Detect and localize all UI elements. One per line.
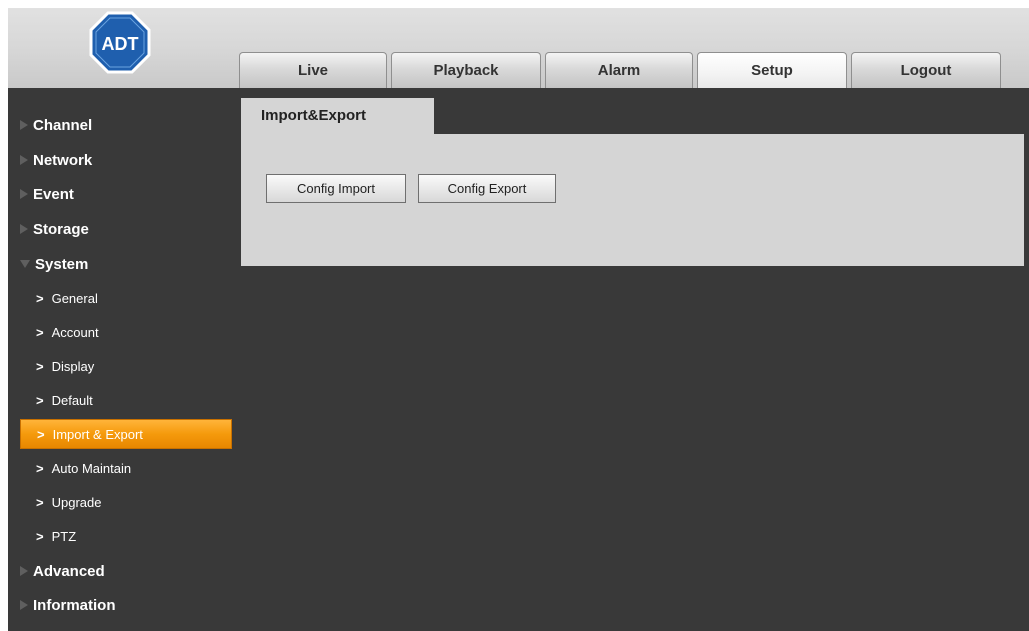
- sidebar-item-label: Channel: [33, 116, 93, 134]
- chevron-right-icon: >: [36, 324, 44, 340]
- chevron-right-icon: >: [36, 392, 44, 408]
- sidebar-subitem-general[interactable]: > General: [20, 283, 232, 313]
- sidebar-item-label: Information: [33, 596, 116, 614]
- config-export-button[interactable]: Config Export: [418, 174, 556, 203]
- logo-text: ADT: [102, 34, 139, 54]
- import-export-panel: Config Import Config Export: [241, 134, 1024, 266]
- sidebar-item-label: System: [35, 255, 89, 273]
- sidebar-subitem-label: Account: [51, 324, 99, 340]
- sidebar-subitem-default[interactable]: > Default: [20, 385, 232, 415]
- chevron-right-icon: >: [36, 528, 44, 544]
- tab-import-export[interactable]: Import&Export: [241, 98, 434, 134]
- collapsed-arrow-icon: [20, 600, 28, 610]
- sidebar-subitem-label: General: [51, 290, 98, 306]
- collapsed-arrow-icon: [20, 120, 28, 130]
- panel-tab-label: Import&Export: [261, 107, 366, 124]
- header-bar: ADT Live Playback Alarm Setup Logout: [8, 8, 1029, 88]
- collapsed-arrow-icon: [20, 566, 28, 576]
- sidebar-item-label: Network: [33, 151, 93, 169]
- tab-logout[interactable]: Logout: [851, 52, 1001, 88]
- chevron-right-icon: >: [36, 460, 44, 476]
- sidebar-item-storage[interactable]: Storage: [20, 213, 89, 245]
- collapsed-arrow-icon: [20, 155, 28, 165]
- sidebar-item-advanced[interactable]: Advanced: [20, 555, 105, 587]
- sidebar-item-information[interactable]: Information: [20, 589, 116, 621]
- tab-playback[interactable]: Playback: [391, 52, 541, 88]
- tab-live-label: Live: [297, 62, 328, 79]
- config-import-label: Config Import: [296, 181, 376, 196]
- sidebar-item-label: Storage: [33, 220, 89, 238]
- sidebar-item-event[interactable]: Event: [20, 178, 74, 210]
- tab-live[interactable]: Live: [239, 52, 387, 88]
- tab-alarm[interactable]: Alarm: [545, 52, 693, 88]
- chevron-right-icon: >: [37, 426, 45, 442]
- sidebar-subitem-label: Display: [51, 358, 95, 374]
- config-import-button[interactable]: Config Import: [266, 174, 406, 203]
- sidebar-item-label: Event: [33, 185, 74, 203]
- tab-setup-label: Setup: [751, 62, 793, 79]
- sidebar-subitem-label: Default: [51, 392, 93, 408]
- tab-alarm-label: Alarm: [597, 62, 641, 79]
- tab-playback-label: Playback: [433, 62, 499, 79]
- chevron-right-icon: >: [36, 358, 44, 374]
- expanded-arrow-icon: [20, 260, 30, 268]
- sidebar-item-network[interactable]: Network: [20, 144, 92, 176]
- tab-setup[interactable]: Setup: [697, 52, 847, 88]
- sidebar-subitem-display[interactable]: > Display: [20, 351, 232, 381]
- sidebar-subitem-label: Import & Export: [52, 426, 143, 442]
- chevron-right-icon: >: [36, 290, 44, 306]
- sidebar-subitem-account[interactable]: > Account: [20, 317, 232, 347]
- tab-logout-label: Logout: [900, 62, 952, 79]
- sidebar-item-channel[interactable]: Channel: [20, 109, 92, 141]
- sidebar-subitem-auto-maintain[interactable]: > Auto Maintain: [20, 453, 232, 483]
- collapsed-arrow-icon: [20, 189, 28, 199]
- collapsed-arrow-icon: [20, 224, 28, 234]
- sidebar-subitem-label: PTZ: [51, 528, 77, 544]
- sidebar-subitem-label: Upgrade: [51, 494, 102, 510]
- sidebar-subitem-label: Auto Maintain: [51, 460, 132, 476]
- config-export-label: Config Export: [447, 181, 527, 196]
- sidebar-item-label: Advanced: [33, 562, 105, 580]
- chevron-right-icon: >: [36, 494, 44, 510]
- sidebar-subitem-upgrade[interactable]: > Upgrade: [20, 487, 232, 517]
- sidebar-item-system[interactable]: System: [20, 248, 88, 280]
- content-area: Channel Network Event Storage System > G…: [8, 88, 1029, 631]
- sidebar-subitem-import-export[interactable]: > Import & Export: [20, 419, 232, 449]
- adt-logo: ADT: [88, 10, 152, 76]
- sidebar-subitem-ptz[interactable]: > PTZ: [20, 521, 232, 551]
